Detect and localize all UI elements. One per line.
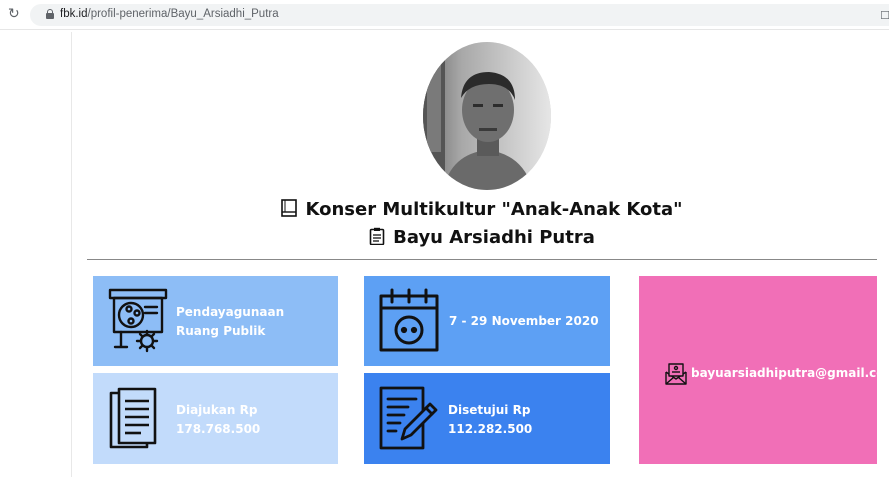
submitted-label: Diajukan Rp — [176, 403, 258, 417]
recipient-name: Bayu Arsiadhi Putra — [393, 227, 595, 248]
reload-icon[interactable]: ↻ — [8, 6, 20, 22]
avatar — [423, 42, 551, 190]
presentation-gear-icon — [107, 287, 169, 359]
date-card: 7 - 29 November 2020 — [364, 276, 610, 366]
url-text[interactable]: fbk.id/profil-penerima/Bayu_Arsiadhi_Put… — [60, 8, 279, 20]
approved-amount-card: Disetujui Rp 112.282.500 — [364, 373, 610, 464]
browser-toolbar: ↻ fbk.id/profil-penerima/Bayu_Arsiadhi_P… — [0, 0, 889, 30]
email-card[interactable]: bayuarsiadhiputra@gmail.co — [639, 276, 877, 464]
address-bar[interactable]: fbk.id/profil-penerima/Bayu_Arsiadhi_Put… — [30, 4, 889, 26]
category-label: Pendayagunaan Ruang Publik — [176, 305, 285, 338]
submitted-amount: 178.768.500 — [176, 422, 261, 436]
submitted-amount-card: Diajukan Rp 178.768.500 — [93, 373, 338, 464]
url-path: /profil-penerima/Bayu_Arsiadhi_Putra — [87, 8, 279, 20]
approved-amount: 112.282.500 — [448, 422, 533, 436]
clipboard-icon — [369, 227, 385, 250]
date-label: 7 - 29 November 2020 — [449, 314, 599, 328]
document-icon — [109, 387, 157, 453]
calendar-icon — [378, 288, 440, 358]
book-icon — [281, 199, 298, 222]
divider — [87, 259, 877, 260]
approved-label: Disetujui Rp — [448, 403, 531, 417]
pen-document-icon — [378, 385, 440, 455]
url-host: fbk.id — [60, 8, 88, 20]
envelope-icon — [664, 362, 688, 390]
recipient-name-row: Bayu Arsiadhi Putra — [87, 227, 877, 250]
email-address[interactable]: bayuarsiadhiputra@gmail.co — [691, 364, 877, 383]
project-title: Konser Multikultur "Anak-Anak Kota" — [305, 199, 683, 220]
content-left-border — [71, 32, 72, 477]
category-card: Pendayagunaan Ruang Publik — [93, 276, 338, 366]
page-action-icon[interactable]: ☐ — [880, 9, 889, 22]
project-title-row: Konser Multikultur "Anak-Anak Kota" — [87, 199, 877, 222]
lock-icon[interactable] — [46, 9, 54, 20]
